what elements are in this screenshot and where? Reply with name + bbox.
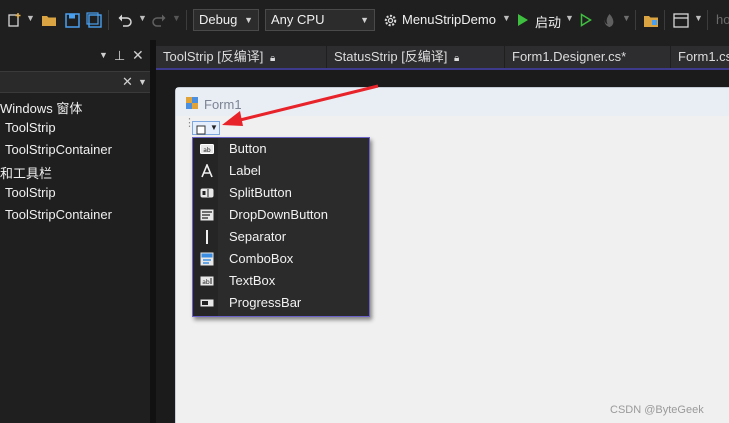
annotation-arrow	[222, 84, 379, 126]
watermark: CSDN @ByteGeek	[610, 404, 704, 416]
